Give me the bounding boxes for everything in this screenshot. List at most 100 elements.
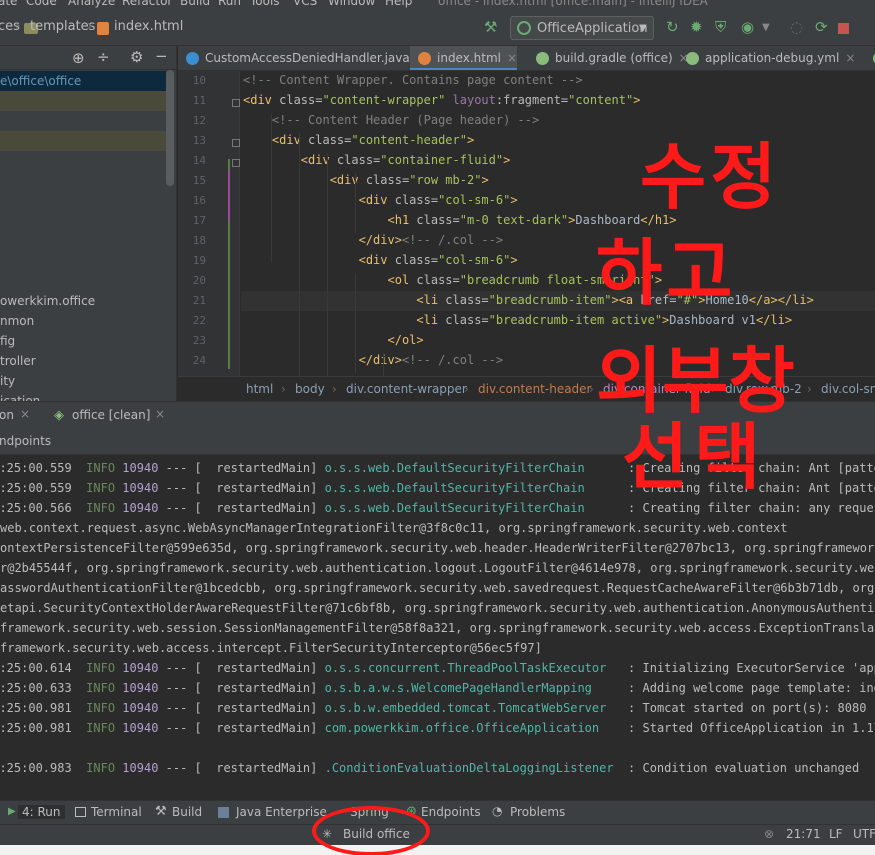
menu-item[interactable]: Window bbox=[328, 0, 375, 8]
rerun-icon[interactable]: ↻ bbox=[666, 20, 679, 35]
editor-tab-label: CustomAccessDeniedHandler.java bbox=[205, 51, 410, 65]
fold-marker-icon[interactable] bbox=[232, 99, 240, 107]
fold-marker-icon[interactable] bbox=[232, 139, 240, 147]
project-tree-item[interactable] bbox=[0, 271, 166, 291]
project-tree-item[interactable]: ication bbox=[0, 391, 166, 401]
endpoints-subtab[interactable]: ndpoints bbox=[0, 434, 51, 448]
code-token: <div bbox=[358, 253, 395, 267]
editor-tab[interactable]: index.html × bbox=[410, 46, 518, 70]
project-tree-item[interactable] bbox=[0, 151, 166, 171]
project-tree-item[interactable] bbox=[0, 171, 166, 191]
profile-icon[interactable]: ◉ bbox=[741, 20, 754, 35]
menu-item[interactable]: Help bbox=[385, 0, 412, 8]
line-number: 23 bbox=[192, 334, 206, 347]
dropdown-icon[interactable]: ▼ bbox=[762, 20, 770, 35]
run-tab-label[interactable]: on bbox=[0, 408, 14, 422]
code-token: class= bbox=[416, 273, 460, 287]
project-tree-item[interactable] bbox=[0, 111, 166, 131]
code-token: class= bbox=[416, 213, 460, 227]
menu-item[interactable]: Tools bbox=[250, 0, 280, 8]
menu-item[interactable]: Refactor bbox=[122, 0, 172, 8]
code-token: class= bbox=[394, 193, 439, 207]
menu-item[interactable]: VCS bbox=[293, 0, 317, 8]
editor-breadcrumb-item[interactable]: body bbox=[295, 382, 325, 396]
terminal-icon bbox=[75, 807, 86, 817]
breadcrumb-item[interactable]: index.html bbox=[114, 19, 183, 34]
project-tree-item[interactable] bbox=[0, 131, 166, 151]
code-token: "m-0 text-dark" bbox=[459, 213, 569, 227]
editor-tab[interactable]: a bbox=[865, 46, 875, 70]
project-tree-item[interactable] bbox=[0, 211, 166, 231]
locate-icon[interactable]: ⊕ bbox=[72, 49, 85, 67]
file-encoding[interactable]: UTF- bbox=[853, 827, 875, 841]
build-tool-window[interactable]: Build bbox=[172, 805, 202, 819]
minimize-icon[interactable]: − bbox=[155, 47, 168, 65]
editor-tab[interactable]: CustomAccessDeniedHandler.java× bbox=[178, 46, 426, 70]
editor-breadcrumb-item[interactable]: div.content-header bbox=[478, 382, 591, 396]
log-timestamp: 17:25:00.983 bbox=[0, 761, 72, 775]
collapse-icon[interactable]: ÷ bbox=[97, 48, 110, 66]
log-pid: 10940 bbox=[122, 721, 159, 735]
breadcrumb-item[interactable]: templates bbox=[30, 19, 95, 34]
run-tool-window[interactable]: 4: Run bbox=[18, 805, 65, 819]
menu-item[interactable]: Build bbox=[180, 0, 210, 8]
log-line: ontextPersistenceFilter@599e635d, org.sp… bbox=[0, 541, 875, 555]
project-tree-item[interactable]: nmon bbox=[0, 311, 166, 331]
log-thread: --- [ restartedMain] bbox=[158, 501, 325, 515]
code-token: class= bbox=[308, 133, 352, 147]
terminal-tool-window[interactable]: Terminal bbox=[91, 805, 142, 819]
close-icon[interactable]: × bbox=[155, 407, 165, 421]
project-tree-item[interactable] bbox=[0, 251, 166, 271]
log-message: : Creating filter chain: any request, bbox=[628, 501, 875, 515]
code-token: "content-wrapper" bbox=[322, 93, 453, 107]
stop-icon[interactable] bbox=[838, 23, 849, 34]
update-icon[interactable]: ⟳ bbox=[815, 20, 828, 35]
endpoints-tool-window[interactable]: Endpoints bbox=[421, 805, 481, 819]
project-tree-item[interactable] bbox=[0, 91, 166, 111]
project-tree-item[interactable]: ity bbox=[0, 371, 166, 391]
close-icon[interactable]: × bbox=[507, 51, 517, 65]
office-clean-tab[interactable]: office [clean] bbox=[72, 408, 150, 422]
log-level: INFO bbox=[86, 721, 116, 735]
menu-item[interactable]: Code bbox=[26, 0, 57, 8]
code-token: "content" bbox=[568, 93, 634, 107]
project-tree-item[interactable]: fig bbox=[0, 331, 166, 351]
problems-tool-window[interactable]: Problems bbox=[510, 805, 565, 819]
editor-breadcrumb-item[interactable]: html bbox=[246, 382, 273, 396]
caret-position[interactable]: 21:71 bbox=[786, 827, 821, 841]
project-scrollbar[interactable] bbox=[166, 70, 174, 186]
run-configuration-selector[interactable]: OfficeApplication ▼ bbox=[510, 16, 654, 40]
indent-guide bbox=[271, 113, 272, 263]
highlight-circle bbox=[312, 806, 430, 855]
editor-breadcrumb-item[interactable]: div.col-sm bbox=[821, 382, 875, 396]
chevron-right-icon: › bbox=[15, 18, 21, 34]
gear-icon[interactable]: ⚙ bbox=[130, 48, 143, 66]
project-tree-item[interactable] bbox=[0, 191, 166, 211]
project-tree-item[interactable]: owerkkim.office bbox=[0, 291, 166, 311]
editor-tab[interactable]: build.gradle (office) × bbox=[528, 46, 689, 70]
code-token: "col-sm-6" bbox=[438, 253, 511, 267]
console-output[interactable]: 17:25:00.559 INFO 10940 --- [ restartedM… bbox=[0, 455, 875, 800]
project-tree-item[interactable]: e\office\office bbox=[0, 71, 166, 91]
debug-icon[interactable]: ✹ bbox=[690, 20, 703, 35]
line-separator[interactable]: LF bbox=[829, 827, 843, 841]
coverage-icon[interactable]: ⛨ bbox=[715, 20, 726, 35]
menu-item[interactable]: Run bbox=[218, 0, 241, 8]
editor-tab[interactable]: application-debug.yml × bbox=[678, 46, 855, 70]
log-continuation: web.context.request.async.WebAsyncManage… bbox=[0, 521, 788, 535]
menu-item[interactable]: ate bbox=[0, 0, 17, 8]
java-enterprise-tool-window[interactable]: Java Enterprise bbox=[236, 805, 327, 819]
close-icon[interactable]: × bbox=[20, 407, 30, 421]
code-token: > bbox=[510, 253, 518, 267]
project-tree-item[interactable]: troller bbox=[0, 351, 166, 371]
menu-item[interactable]: Analyze bbox=[68, 0, 115, 8]
fold-marker-icon[interactable] bbox=[232, 159, 240, 167]
close-icon[interactable]: × bbox=[845, 51, 855, 65]
attach-icon[interactable]: ◌ bbox=[790, 20, 803, 35]
project-tree-item[interactable] bbox=[0, 231, 166, 251]
hammer-icon[interactable]: ⚒ bbox=[484, 20, 497, 35]
editor-breadcrumb-item[interactable]: div.content-wrapper bbox=[346, 382, 467, 396]
close-icon[interactable]: ⊗ bbox=[764, 827, 774, 841]
